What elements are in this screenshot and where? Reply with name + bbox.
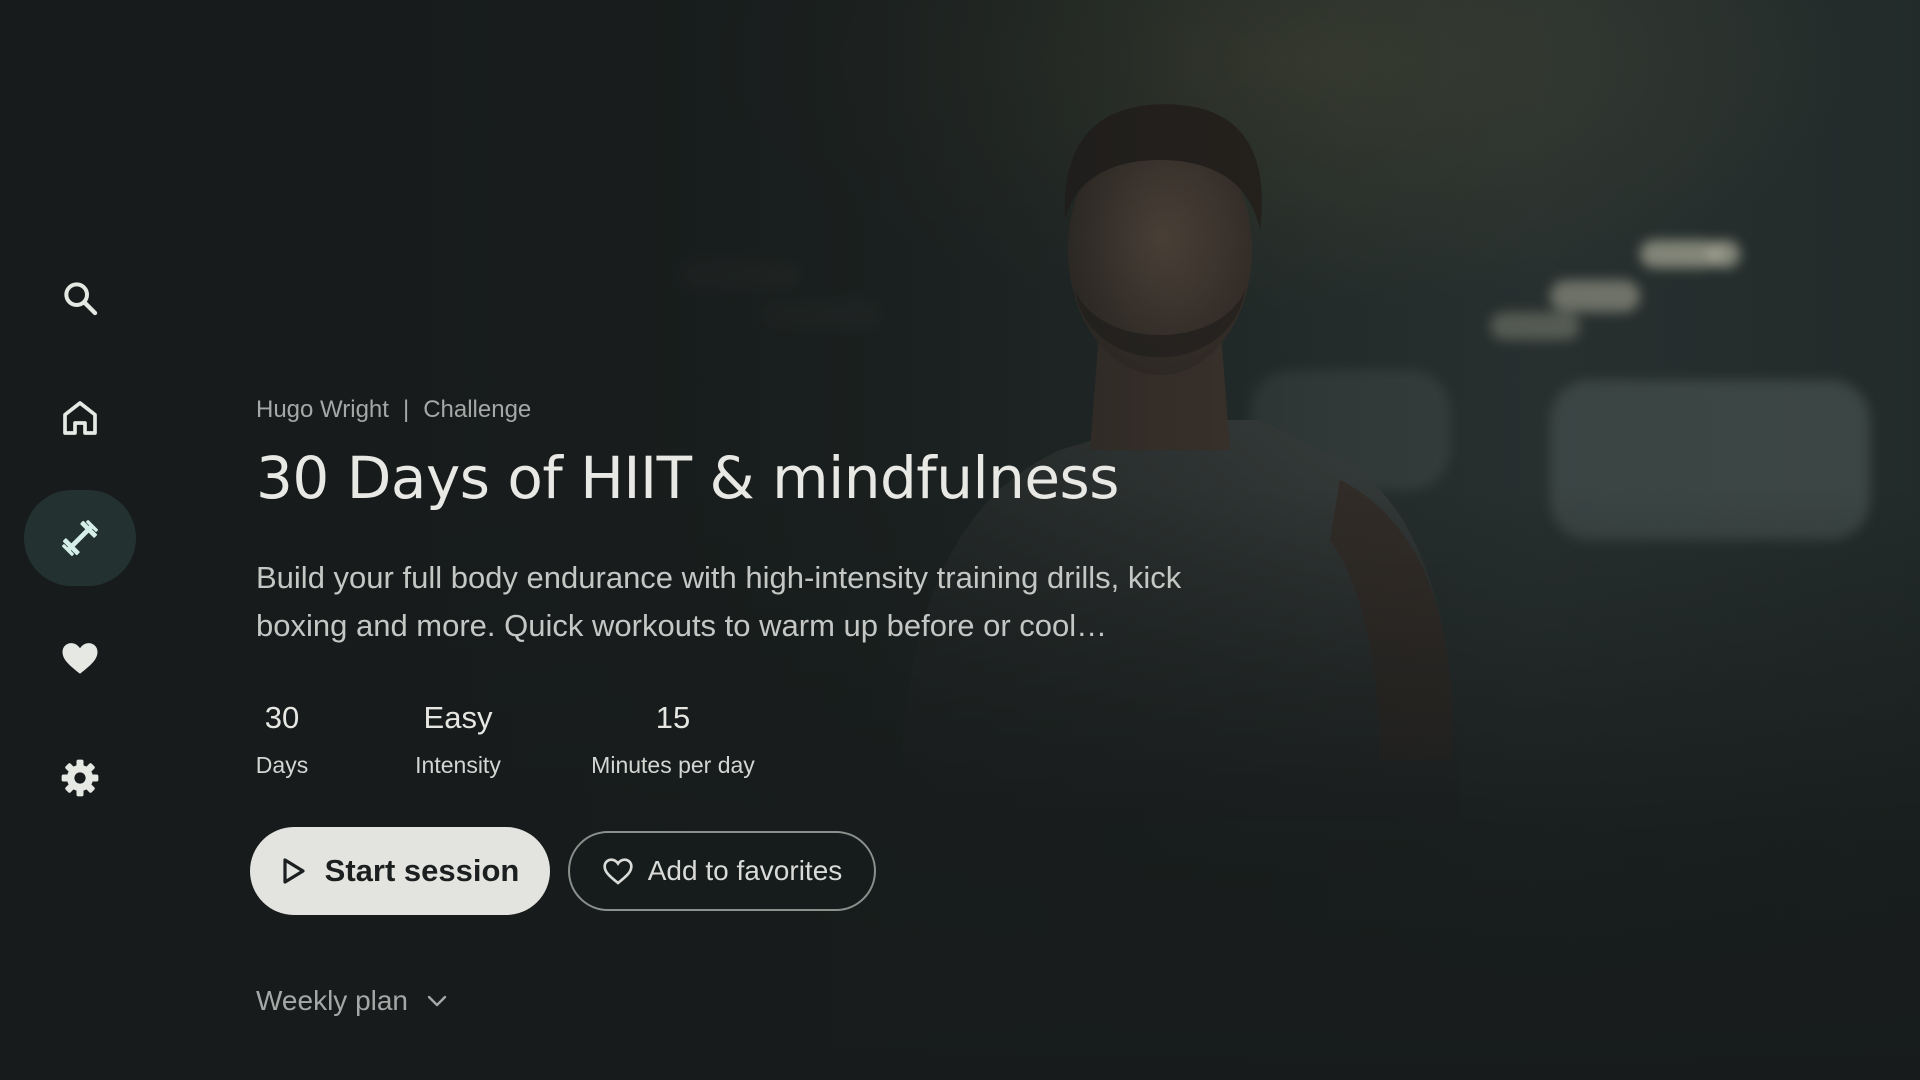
stat-intensity: Easy Intensity [408, 696, 508, 779]
add-to-favorites-button[interactable]: Add to favorites [568, 831, 876, 911]
action-buttons: Start session Add to favorites [250, 827, 1356, 915]
stat-days: 30 Days [256, 696, 308, 779]
play-icon [283, 858, 305, 884]
hero-meta: Hugo Wright | Challenge [256, 392, 1356, 428]
stat-label: Intensity [415, 752, 501, 778]
program-description: Build your full body endurance with high… [256, 560, 1182, 643]
search-icon [64, 282, 98, 316]
hero-content: Hugo Wright | Challenge 30 Days of HIIT … [250, 392, 1356, 1017]
weekly-plan-label: Weekly plan [256, 985, 409, 1016]
heart-outline-icon [603, 858, 633, 885]
navigation-rail [24, 250, 136, 826]
heart-icon [62, 643, 98, 674]
home-icon [63, 401, 97, 435]
nav-favorites[interactable] [24, 610, 136, 706]
stat-label: Minutes per day [591, 752, 755, 778]
nav-home[interactable] [24, 370, 136, 466]
weekly-plan-toggle[interactable]: Weekly plan [256, 985, 476, 1017]
start-session-button[interactable]: Start session [250, 827, 550, 915]
stat-minutes: 15 Minutes per day [588, 696, 758, 779]
nav-search[interactable] [24, 250, 136, 346]
stat-value: 15 [655, 700, 691, 735]
category-label: Challenge [423, 396, 532, 423]
nav-settings[interactable] [24, 730, 136, 826]
stat-label: Days [255, 752, 309, 778]
start-session-label: Start session [324, 853, 520, 888]
chevron-down-icon [427, 995, 447, 1007]
stat-value: 30 [264, 700, 300, 735]
add-to-favorites-label: Add to favorites [647, 855, 843, 886]
app-screen: Hugo Wright | Challenge 30 Days of HIIT … [0, 0, 1920, 1080]
stat-value: Easy [423, 700, 493, 735]
dumbbell-icon [62, 520, 98, 556]
program-stats: 30 Days Easy Intensity 15 Minutes per da… [256, 696, 1356, 779]
instructor-name[interactable]: Hugo Wright [256, 396, 389, 424]
nav-workouts[interactable] [24, 490, 136, 586]
meta-separator: | [402, 396, 410, 423]
page-title: 30 Days of HIIT & mindfulness [256, 444, 1119, 512]
settings-icon [61, 759, 99, 797]
